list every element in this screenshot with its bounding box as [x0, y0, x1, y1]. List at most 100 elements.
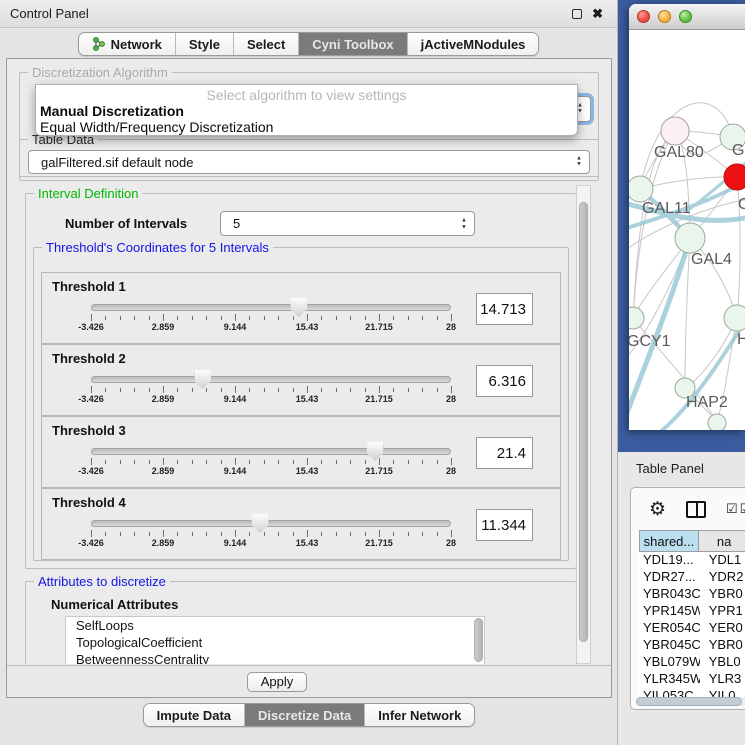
threshold-2-value-field[interactable]: 6.316 — [476, 365, 533, 397]
slider-tick-label: -3.426 — [78, 322, 104, 332]
table-row[interactable]: YDL19...YDL1 — [639, 552, 745, 569]
table-row[interactable]: YLR345WYLR3 — [639, 671, 745, 688]
tick-mark — [451, 530, 452, 537]
tab-select[interactable]: Select — [234, 33, 299, 55]
checkbox-icon[interactable]: ☑ — [726, 501, 738, 517]
spinner-arrows-icon: ▲▼ — [461, 217, 467, 230]
table-cell[interactable]: YBR045C — [639, 637, 700, 654]
tick-mark — [177, 460, 178, 464]
table-cell[interactable]: YDR2 — [700, 569, 745, 586]
node-selected-red[interactable] — [724, 164, 745, 190]
slider-tick-label: 21.715 — [365, 538, 393, 548]
table-row[interactable]: YDR27...YDR2 — [639, 569, 745, 586]
node-gal4[interactable] — [675, 223, 705, 253]
tab-jactivemnodules[interactable]: jActiveMNodules — [408, 33, 539, 55]
split-columns-icon[interactable] — [686, 501, 706, 518]
tick-mark — [206, 316, 207, 320]
table-cell[interactable]: YDR27... — [639, 569, 700, 586]
tab-infer-network[interactable]: Infer Network — [365, 704, 474, 726]
table-data-combobox[interactable]: galFiltered.sif default node ▲▼ — [28, 150, 590, 174]
node-gcy1[interactable] — [629, 307, 644, 329]
slider-track[interactable] — [91, 520, 451, 527]
close-panel-icon[interactable]: ✖ — [592, 9, 603, 19]
table-cell[interactable]: YBL0 — [700, 654, 745, 671]
slider-tick-label: 9.144 — [224, 394, 247, 404]
threshold-2-row: Threshold 2 -3.4262.8599.14415.4321.7152… — [41, 344, 561, 416]
tab-cyni-toolbox[interactable]: Cyni Toolbox — [299, 33, 407, 55]
table-cell[interactable]: YBR0 — [700, 637, 745, 654]
threshold-3-row: Threshold 3 -3.4262.8599.14415.4321.7152… — [41, 416, 561, 488]
dropdown-option-manual-discretization[interactable]: Manual Discretization — [36, 103, 577, 119]
table-horizontal-scrollbar-thumb[interactable] — [636, 697, 742, 706]
numerical-attributes-list[interactable]: SelfLoopsTopologicalCoefficientBetweenne… — [65, 616, 485, 664]
select-columns-icons[interactable]: ☑☑ — [726, 501, 745, 517]
table-cell[interactable]: YBR043C — [639, 586, 700, 603]
table-cell[interactable]: YER0 — [700, 620, 745, 637]
tick-mark — [177, 316, 178, 320]
attribute-item[interactable]: TopologicalCoefficient — [66, 634, 484, 651]
close-window-icon[interactable] — [637, 10, 650, 23]
node-bottom[interactable] — [708, 414, 726, 430]
minimize-window-icon[interactable] — [658, 10, 671, 23]
threshold-1-slider[interactable]: -3.4262.8599.14415.4321.71528 — [91, 299, 451, 339]
settings-vertical-scrollbar[interactable] — [576, 185, 591, 664]
apply-button[interactable]: Apply — [247, 672, 307, 692]
attribute-item[interactable]: BetweennessCentrality — [66, 651, 484, 664]
network-canvas[interactable]: GAL80 G C GAL11 GAL4 GCY1 H HAP2 — [629, 31, 745, 430]
table-row[interactable]: YPR145WYPR1 — [639, 603, 745, 620]
table-row[interactable]: YBR043CYBR0 — [639, 586, 745, 603]
table-cell[interactable]: YPR1 — [700, 603, 745, 620]
dropdown-option-equal-width-frequency[interactable]: Equal Width/Frequency Discretization — [36, 119, 577, 135]
tab-network[interactable]: Network — [79, 33, 176, 55]
table-cell[interactable]: YLR345W — [639, 671, 700, 688]
checkbox-icon[interactable]: ☑ — [740, 501, 745, 517]
node-label-gcy1: GCY1 — [629, 333, 671, 350]
float-panel-icon[interactable] — [572, 9, 582, 19]
tick-mark — [206, 532, 207, 536]
table-cell[interactable]: YDL19... — [639, 552, 700, 569]
slider-tick-label: 21.715 — [365, 466, 393, 476]
gear-icon[interactable]: ⚙ — [649, 500, 666, 519]
settings-vertical-scrollbar-thumb[interactable] — [579, 202, 588, 642]
number-of-intervals-spinner[interactable]: 5 ▲▼ — [220, 211, 475, 236]
tab-discretize-data[interactable]: Discretize Data — [245, 704, 365, 726]
table-cell[interactable]: YBR0 — [700, 586, 745, 603]
table-row[interactable]: YER054CYER0 — [639, 620, 745, 637]
table-row[interactable]: YBL079WYBL0 — [639, 654, 745, 671]
slider-tick-label: 2.859 — [152, 466, 175, 476]
tab-impute-data[interactable]: Impute Data — [144, 704, 245, 726]
combo-arrows-icon: ▲▼ — [576, 157, 582, 168]
column-header-shared-name[interactable]: shared... — [639, 530, 699, 552]
tick-mark — [163, 386, 164, 393]
table-cell[interactable]: YDL1 — [700, 552, 745, 569]
control-panel-window: Control Panel ✖ Network — [0, 0, 618, 745]
tab-style[interactable]: Style — [176, 33, 234, 55]
threshold-1-value-field[interactable]: 14.713 — [476, 293, 533, 325]
slider-tick-label: 9.144 — [224, 466, 247, 476]
threshold-4-value-field[interactable]: 11.344 — [476, 509, 533, 541]
table-panel-region: Table Panel ⚙ ☑☑ shared... na YDL19...YD… — [618, 452, 745, 745]
threshold-3-value-field[interactable]: 21.4 — [476, 437, 533, 469]
table-horizontal-scrollbar[interactable] — [636, 697, 745, 706]
zoom-window-icon[interactable] — [679, 10, 692, 23]
attribute-item[interactable]: SelfLoops — [66, 617, 484, 634]
threshold-4-slider[interactable]: -3.4262.8599.14415.4321.71528 — [91, 515, 451, 555]
node-gal11[interactable] — [629, 176, 653, 202]
table-row[interactable]: YBR045CYBR0 — [639, 637, 745, 654]
table-cell[interactable]: YLR3 — [700, 671, 745, 688]
node-gal80[interactable] — [661, 117, 689, 145]
threshold-2-slider[interactable]: -3.4262.8599.14415.4321.71528 — [91, 371, 451, 411]
threshold-3-slider[interactable]: -3.4262.8599.14415.4321.71528 — [91, 443, 451, 483]
table-cell[interactable]: YER054C — [639, 620, 700, 637]
slider-track[interactable] — [91, 304, 451, 311]
tab-style-label: Style — [189, 37, 220, 52]
slider-tick-labels: -3.4262.8599.14415.4321.71528 — [91, 394, 451, 406]
tick-mark — [336, 460, 337, 464]
slider-track[interactable] — [91, 448, 451, 455]
slider-track[interactable] — [91, 376, 451, 383]
table-cell[interactable]: YPR145W — [639, 603, 700, 620]
node-h[interactable] — [724, 305, 745, 331]
attributes-list-scrollbar[interactable] — [474, 618, 483, 662]
column-header-name[interactable]: na — [699, 530, 745, 552]
table-cell[interactable]: YBL079W — [639, 654, 700, 671]
